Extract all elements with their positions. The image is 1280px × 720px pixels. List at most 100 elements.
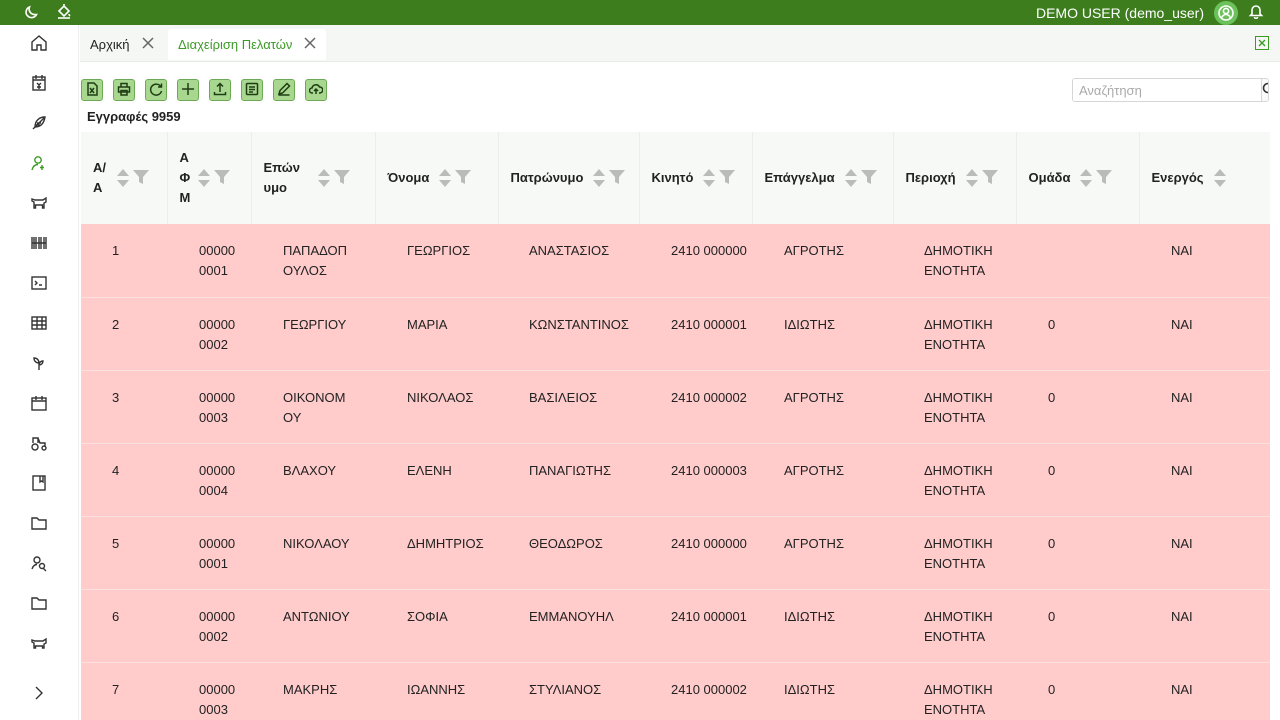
folder-icon[interactable] (28, 512, 50, 534)
tractor-icon[interactable] (28, 432, 50, 454)
feather-icon[interactable] (28, 112, 50, 134)
close-all-tabs-icon[interactable] (1255, 36, 1269, 50)
col-fathername-cell: ΑΝΑΣΤΑΣΙΟΣ (498, 224, 639, 298)
cloud-upload-icon (308, 82, 324, 99)
col-afm-cell: 000000001 (167, 224, 251, 298)
close-icon[interactable] (141, 37, 154, 52)
search-button[interactable] (1261, 79, 1268, 101)
table-icon[interactable] (28, 312, 50, 334)
table-row[interactable]: 6 000000002 ΑΝΤΩΝΙΟΥ ΣΟΦΙΑ ΕΜΜΑΝΟΥΗΛ 2410 000… (81, 589, 1270, 663)
tab-label: Διαχείριση Πελατών (178, 37, 293, 52)
sort-icon[interactable] (317, 169, 330, 187)
filter-icon[interactable] (133, 169, 149, 187)
toolbar (81, 79, 327, 101)
col-afm-header[interactable]: Α Φ Μ (167, 132, 252, 224)
table-row[interactable]: 4 000000004 ΒΛΑΧΟΥ ΕΛΕΝΗ ΠΑΝΑΓΙΩΤΗΣ 2410 0000… (81, 443, 1270, 517)
user-name[interactable]: DEMO USER (demo_user) (1036, 5, 1204, 21)
col-fathername-cell: ΒΑΣΙΛΕΙΟΣ (498, 370, 639, 444)
sort-icon[interactable] (197, 169, 210, 187)
column-label: Α Φ Μ (179, 150, 191, 205)
col-fathername-cell: ΠΑΝΑΓΙΩΤΗΣ (498, 443, 639, 517)
refresh-button[interactable] (145, 79, 167, 101)
search-input[interactable] (1073, 79, 1261, 101)
col-area-header[interactable]: Περιοχή (893, 132, 1017, 224)
print-button[interactable] (113, 79, 135, 101)
col-surname-cell: ΠΑΠΑΔΟΠΟΥΛΟΣ (251, 224, 375, 298)
col-group-cell: 0 (1016, 516, 1139, 590)
close-icon[interactable] (304, 37, 316, 52)
table-row[interactable]: 5 000000001 ΝΙΚΟΛΑΟΥ ΔΗΜΗΤΡΙΟΣ ΘΕΟΔΩΡΟΣ 2410 … (81, 516, 1270, 590)
print-icon (117, 82, 131, 99)
home-icon[interactable] (28, 32, 50, 54)
col-name-cell: ΔΗΜΗΤΡΙΟΣ (375, 516, 498, 590)
filter-icon[interactable] (333, 169, 350, 187)
col-mobile-header[interactable]: Κινητό (639, 132, 753, 224)
paint-bucket-icon[interactable] (56, 3, 72, 22)
livestock-icon[interactable] (28, 192, 50, 214)
col-active-header[interactable]: Ενεργός (1139, 132, 1270, 224)
column-label: Επάγγελμα (764, 170, 835, 185)
animal-icon[interactable] (28, 632, 50, 654)
plant-icon[interactable] (28, 352, 50, 374)
filter-icon[interactable] (455, 169, 472, 187)
invoice-icon[interactable] (28, 72, 50, 94)
sort-icon[interactable] (844, 169, 857, 187)
col-surname-cell: ΝΙΚΟΛΑΟΥ (251, 516, 375, 590)
user-search-icon[interactable] (28, 552, 50, 574)
col-name-cell: ΓΕΩΡΓΙΟΣ (375, 224, 498, 298)
bell-icon[interactable] (1248, 3, 1264, 22)
col-surname-cell: ΒΛΑΧΟΥ (251, 443, 375, 517)
filter-icon[interactable] (609, 169, 626, 187)
sort-icon[interactable] (1080, 169, 1093, 187)
column-label: Κινητό (651, 170, 694, 185)
add-button[interactable] (177, 79, 199, 101)
sort-icon[interactable] (965, 169, 978, 187)
tab-bar: Αρχική Διαχείριση Πελατών (80, 25, 1280, 62)
upload-button[interactable] (209, 79, 231, 101)
table-row[interactable]: 1 000000001 ΠΑΠΑΔΟΠΟΥΛΟΣ ΓΕΩΡΓΙΟΣ ΑΝΑΣΤΑΣΙΟΣ… (81, 224, 1270, 298)
column-label: Πατρώνυμο (510, 170, 584, 185)
sort-icon[interactable] (703, 169, 716, 187)
copy-button[interactable] (241, 79, 263, 101)
filter-icon[interactable] (860, 169, 877, 187)
moon-icon[interactable] (24, 3, 40, 22)
book-icon[interactable] (28, 472, 50, 494)
sort-icon[interactable] (1213, 169, 1226, 187)
filter-icon[interactable] (719, 169, 736, 187)
sort-icon[interactable] (593, 169, 606, 187)
calendar-icon[interactable] (28, 392, 50, 414)
add-icon (181, 82, 195, 99)
filter-icon[interactable] (213, 169, 230, 187)
col-profession-header[interactable]: Επάγγελμα (752, 132, 894, 224)
filter-icon[interactable] (981, 169, 998, 187)
avatar[interactable] (1214, 0, 1238, 25)
col-afm-cell: 000000002 (167, 297, 251, 371)
sort-icon[interactable] (117, 169, 129, 187)
tab-home[interactable]: Αρχική (80, 29, 164, 60)
col-fathername-cell: ΣΤΥΛΙΑΝΟΣ (498, 662, 639, 720)
sort-icon[interactable] (439, 169, 452, 187)
col-afm-cell: 000000004 (167, 443, 251, 517)
filter-icon[interactable] (1096, 169, 1113, 187)
tab-customer-management[interactable]: Διαχείριση Πελατών (168, 29, 327, 60)
terminal-icon[interactable] (28, 272, 50, 294)
col-name-cell: ΣΟΦΙΑ (375, 589, 498, 663)
col-group-header[interactable]: Ομάδα (1016, 132, 1140, 224)
col-name-header[interactable]: Όνομα (375, 132, 499, 224)
table-row[interactable]: 2 000000002 ΓΕΩΡΓΙΟΥ ΜΑΡΙΑ ΚΩΝΣΤΑΝΤΙΝΟΣ 2410 … (81, 297, 1270, 371)
table-row[interactable]: 3 000000003 ΟΙΚΟΝΟΜΟΥ ΝΙΚΟΛΑΟΣ ΒΑΣΙΛΕΙΟΣ 2410… (81, 370, 1270, 444)
folder-icon[interactable] (28, 592, 50, 614)
chevron-right-icon[interactable] (28, 682, 50, 704)
col-mobile-cell: 2410 000000 (639, 224, 752, 298)
edit-button[interactable] (273, 79, 295, 101)
excel-export-button[interactable] (81, 79, 103, 101)
customer-icon[interactable] (28, 152, 50, 174)
column-label: Περιοχή (905, 170, 956, 185)
col-aa-header[interactable]: Α/Α (81, 132, 168, 224)
barcode-icon[interactable] (28, 232, 50, 254)
table-row[interactable]: 7 000000003 ΜΑΚΡΗΣ ΙΩΑΝΝΗΣ ΣΤΥΛΙΑΝΟΣ 2410 000… (81, 662, 1270, 720)
col-surname-header[interactable]: Επώνυμο (251, 132, 376, 224)
col-fathername-header[interactable]: Πατρώνυμο (498, 132, 640, 224)
cloud-upload-button[interactable] (305, 79, 327, 101)
col-profession-cell: ΑΓΡΟΤΗΣ (752, 370, 893, 444)
